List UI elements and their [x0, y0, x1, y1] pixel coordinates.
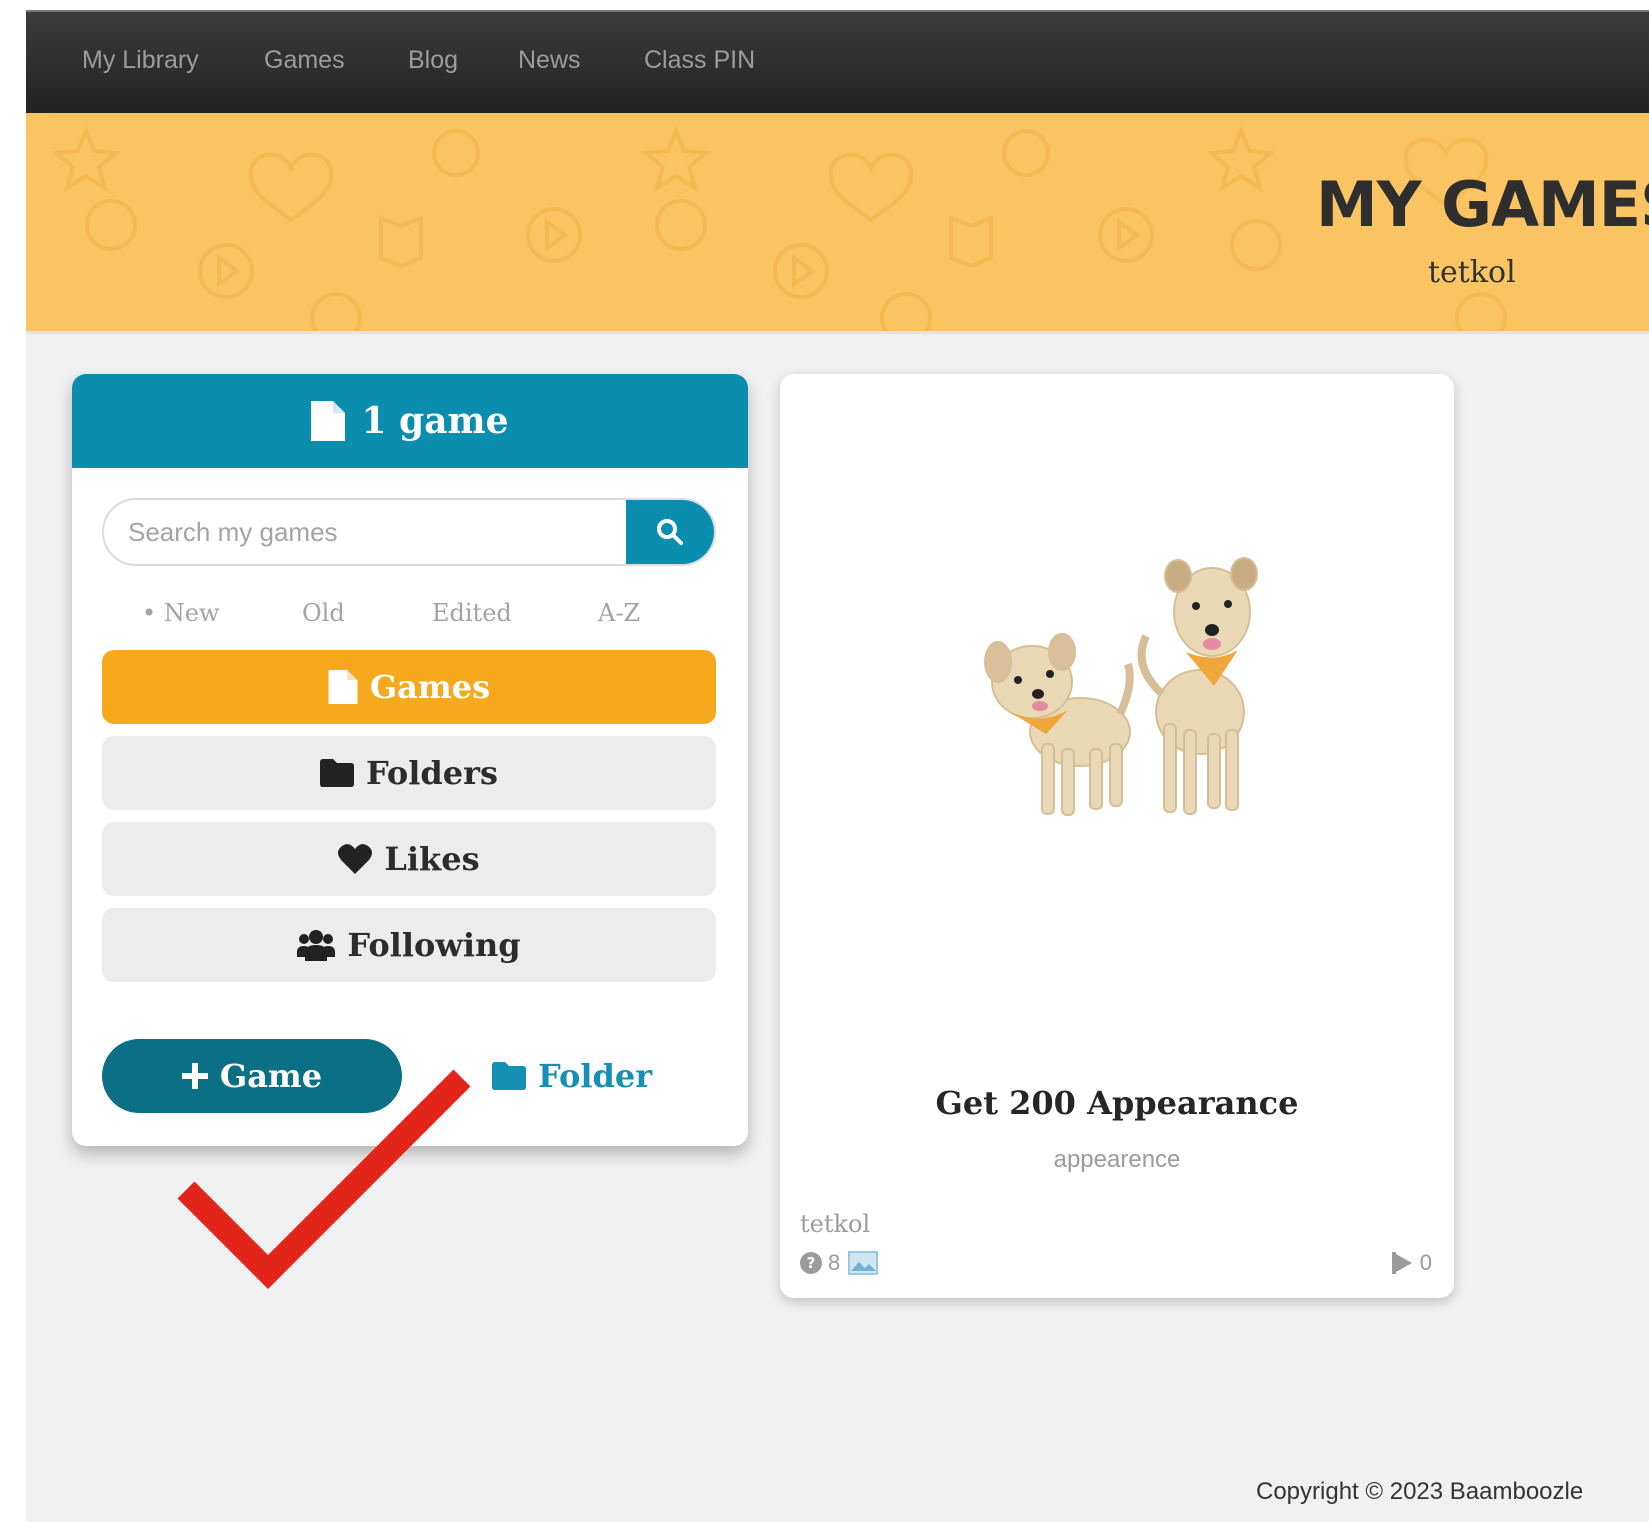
- nav-games[interactable]: Games: [264, 46, 345, 75]
- file-icon: [311, 401, 346, 441]
- search-icon: [657, 519, 683, 545]
- play-icon: [1391, 1252, 1412, 1274]
- question-count: 8: [828, 1250, 841, 1275]
- game-author[interactable]: tetkol: [800, 1210, 870, 1238]
- top-nav: My Library Games Blog News Class PIN: [26, 12, 1649, 113]
- sort-new[interactable]: • New: [142, 599, 220, 627]
- folder-icon: [492, 1062, 526, 1090]
- tab-following[interactable]: Following: [102, 908, 716, 982]
- sort-old[interactable]: Old: [302, 599, 345, 627]
- sort-a-z[interactable]: A-Z: [598, 599, 640, 627]
- tab-folders[interactable]: Folders: [102, 736, 716, 810]
- add-folder-label: Folder: [538, 1057, 653, 1095]
- plus-icon: [181, 1063, 208, 1089]
- folder-icon: [319, 759, 354, 787]
- browser-viewport: My Library Games Blog News Class PIN MY …: [26, 10, 1649, 1522]
- tab-folders-label: Folders: [365, 754, 499, 792]
- users-icon: [297, 930, 336, 961]
- nav-blog[interactable]: Blog: [408, 46, 458, 75]
- game-title[interactable]: Get 200 Appearance: [780, 1084, 1454, 1122]
- library-panel: 1 game • New Old Edited A-Z Games: [72, 374, 748, 1146]
- game-count: 1 game: [361, 400, 509, 442]
- play-count: 0: [1419, 1250, 1432, 1275]
- nav-news[interactable]: News: [518, 46, 581, 75]
- tab-likes[interactable]: Likes: [102, 822, 716, 896]
- question-icon: ?: [800, 1252, 822, 1274]
- game-count-header: 1 game: [72, 374, 748, 468]
- svg-text:?: ?: [807, 1254, 816, 1272]
- search-input[interactable]: [104, 500, 624, 564]
- username-label: tetkol: [1428, 255, 1516, 290]
- game-stats: ? 8: [800, 1250, 879, 1276]
- dogs-illustration: [984, 557, 1258, 816]
- page-banner: MY GAMES tetkol: [26, 113, 1649, 334]
- nav-my-library[interactable]: My Library: [82, 46, 199, 75]
- nav-class-pin[interactable]: Class PIN: [644, 46, 755, 75]
- page-title: MY GAMES: [1316, 168, 1649, 241]
- footer-copyright: Copyright © 2023 Baamboozle: [1256, 1478, 1584, 1505]
- image-icon: [848, 1251, 879, 1275]
- tab-likes-label: Likes: [384, 840, 480, 878]
- search-bar: [102, 498, 716, 566]
- sort-edited[interactable]: Edited: [432, 599, 512, 627]
- add-game-button[interactable]: Game: [102, 1039, 402, 1113]
- game-description: appearence: [1053, 1146, 1181, 1173]
- add-game-label: Game: [219, 1057, 323, 1095]
- tab-games[interactable]: Games: [102, 650, 716, 724]
- tab-following-label: Following: [347, 926, 521, 964]
- tab-games-label: Games: [369, 668, 491, 706]
- search-button[interactable]: [626, 500, 714, 564]
- heart-icon: [338, 844, 373, 874]
- play-stats: 0: [1391, 1250, 1432, 1276]
- add-folder-button[interactable]: Folder: [492, 1039, 652, 1113]
- sort-options: • New Old Edited A-Z: [102, 599, 716, 633]
- game-card[interactable]: Get 200 Appearance appearence tetkol ? 8…: [780, 374, 1454, 1298]
- file-icon: [328, 670, 358, 704]
